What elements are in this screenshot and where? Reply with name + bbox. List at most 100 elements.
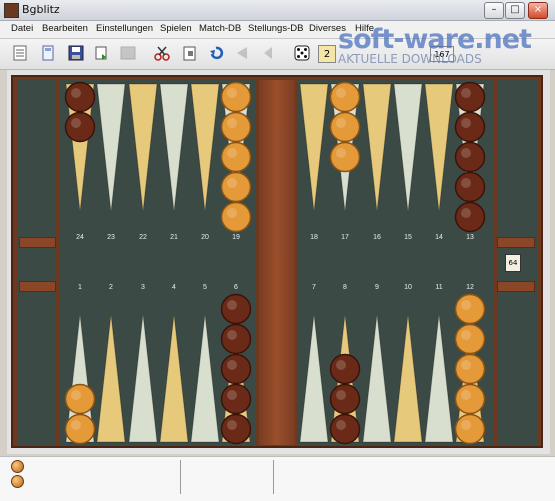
checker-highlight [336, 88, 346, 98]
status-checker-icon [11, 475, 24, 488]
checker-highlight [227, 300, 237, 310]
checker-highlight [461, 148, 471, 158]
checker-highlight [227, 118, 237, 128]
point-number: 12 [466, 284, 474, 291]
checker-highlight [227, 208, 237, 218]
checker-highlight [71, 420, 81, 430]
point-number: 7 [312, 284, 316, 291]
checker-highlight [227, 148, 237, 158]
checker[interactable] [220, 141, 252, 173]
board-point[interactable] [362, 83, 392, 213]
checker[interactable] [64, 111, 96, 143]
checker-highlight [336, 118, 346, 128]
checker[interactable] [220, 323, 252, 355]
point-number: 5 [203, 284, 207, 291]
point-number: 8 [343, 284, 347, 291]
board-point[interactable] [159, 313, 189, 443]
board-point[interactable] [159, 83, 189, 213]
checker[interactable] [64, 383, 96, 415]
board-point[interactable] [96, 313, 126, 443]
board-point[interactable] [190, 83, 220, 213]
point-number: 21 [170, 234, 178, 241]
checker-highlight [71, 390, 81, 400]
board-point[interactable] [299, 313, 329, 443]
point-number: 6 [234, 284, 238, 291]
checker[interactable] [454, 293, 486, 325]
board-point[interactable] [190, 313, 220, 443]
status-bar [0, 456, 555, 501]
board-points-svg[interactable] [0, 0, 555, 500]
board-point[interactable] [128, 83, 158, 213]
checker-highlight [461, 118, 471, 128]
checker[interactable] [329, 353, 361, 385]
checker[interactable] [220, 171, 252, 203]
checker[interactable] [454, 201, 486, 233]
checker[interactable] [220, 201, 252, 233]
checker[interactable] [454, 353, 486, 385]
checker[interactable] [329, 383, 361, 415]
checker[interactable] [454, 171, 486, 203]
checker[interactable] [454, 111, 486, 143]
checker-highlight [227, 178, 237, 188]
checker[interactable] [329, 141, 361, 173]
checker[interactable] [220, 353, 252, 385]
checker-highlight [461, 420, 471, 430]
checker-highlight [71, 88, 81, 98]
checker-highlight [336, 390, 346, 400]
point-number: 20 [201, 234, 209, 241]
point-number: 4 [172, 284, 176, 291]
point-number: 11 [435, 284, 443, 291]
checker[interactable] [329, 81, 361, 113]
checker-highlight [227, 330, 237, 340]
checker-highlight [71, 118, 81, 128]
checker[interactable] [220, 111, 252, 143]
board-point[interactable] [393, 313, 423, 443]
point-number: 15 [404, 234, 412, 241]
checker[interactable] [64, 413, 96, 445]
checker[interactable] [220, 413, 252, 445]
checker-highlight [461, 88, 471, 98]
board-point[interactable] [362, 313, 392, 443]
point-number: 22 [139, 234, 147, 241]
checker[interactable] [454, 81, 486, 113]
checker-highlight [336, 148, 346, 158]
checker-highlight [227, 390, 237, 400]
board-point[interactable] [424, 313, 454, 443]
checker[interactable] [64, 81, 96, 113]
point-number: 1 [78, 284, 82, 291]
board-point[interactable] [96, 83, 126, 213]
point-number: 18 [310, 234, 318, 241]
checker-highlight [461, 178, 471, 188]
status-checker-icon [11, 460, 24, 473]
checker-highlight [461, 360, 471, 370]
checker[interactable] [454, 383, 486, 415]
checker[interactable] [454, 323, 486, 355]
board-point[interactable] [393, 83, 423, 213]
board-point[interactable] [424, 83, 454, 213]
point-number: 3 [141, 284, 145, 291]
point-number: 13 [466, 234, 474, 241]
checker[interactable] [329, 111, 361, 143]
point-number: 10 [404, 284, 412, 291]
checker[interactable] [454, 141, 486, 173]
checker[interactable] [220, 81, 252, 113]
doubling-cube[interactable]: 64 [505, 254, 521, 272]
checker-highlight [227, 420, 237, 430]
checker[interactable] [220, 293, 252, 325]
point-number: 2 [109, 284, 113, 291]
checker-highlight [461, 390, 471, 400]
board-point[interactable] [128, 313, 158, 443]
point-number: 16 [373, 234, 381, 241]
checker-highlight [336, 420, 346, 430]
checker[interactable] [454, 413, 486, 445]
checker-highlight [461, 330, 471, 340]
board-point[interactable] [299, 83, 329, 213]
checker-highlight [227, 88, 237, 98]
status-divider [273, 460, 274, 494]
checker[interactable] [329, 413, 361, 445]
checker-highlight [461, 300, 471, 310]
checker-highlight [461, 208, 471, 218]
point-number: 24 [76, 234, 84, 241]
point-number: 17 [341, 234, 349, 241]
checker[interactable] [220, 383, 252, 415]
